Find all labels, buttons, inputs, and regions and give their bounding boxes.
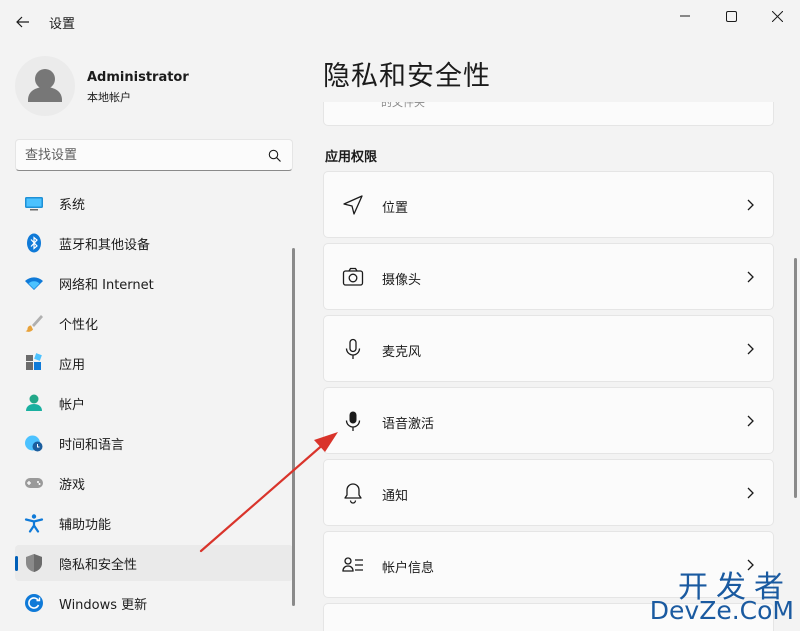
back-button[interactable]: [10, 10, 36, 34]
search-input[interactable]: [25, 146, 255, 164]
setting-card-notifications[interactable]: 通知: [323, 459, 774, 526]
chevron-right-icon: [747, 199, 754, 211]
bluetooth-icon: [27, 233, 41, 253]
back-arrow-icon: [16, 16, 29, 28]
sidebar-item-label: 系统: [59, 198, 86, 213]
sidebar-item-label: 蓝牙和其他设备: [59, 238, 151, 253]
search-icon[interactable]: [268, 149, 282, 163]
sidebar-item-label: Windows 更新: [59, 598, 148, 613]
sidebar-item-label: 个性化: [59, 318, 99, 333]
avatar[interactable]: [15, 56, 75, 116]
sidebar-item-label: 时间和语言: [59, 438, 125, 453]
maximize-icon: [725, 10, 737, 22]
sidebar-item-label: 网络和 Internet: [59, 278, 154, 293]
windows-update-icon: [25, 594, 43, 612]
globe-clock-icon: [25, 435, 43, 452]
microphone-icon: [345, 338, 361, 359]
page-title: 隐私和安全性: [323, 61, 491, 92]
setting-card-microphone[interactable]: 麦克风: [323, 315, 774, 382]
sidebar-item-accessibility[interactable]: 辅助功能: [15, 505, 293, 541]
card-label: 通知: [382, 489, 409, 504]
account-person-icon: [26, 394, 42, 411]
minimize-button[interactable]: [662, 0, 708, 32]
wifi-icon: [25, 277, 43, 290]
sidebar-item-privacy-security[interactable]: 隐私和安全性: [15, 545, 293, 581]
gamepad-icon: [25, 478, 43, 488]
chevron-right-icon: [747, 415, 754, 427]
sidebar-item-gaming[interactable]: 游戏: [15, 465, 293, 501]
app-title: 设置: [49, 17, 76, 32]
apps-icon: [26, 353, 42, 370]
partial-card[interactable]: 的文件夹: [323, 102, 774, 126]
sidebar-item-label: 帐户: [59, 398, 86, 413]
close-icon: [771, 10, 783, 22]
card-label: 摄像头: [382, 273, 422, 288]
account-type: 本地帐户: [87, 91, 131, 104]
shield-icon: [26, 554, 42, 572]
section-title: 应用权限: [325, 150, 378, 165]
sidebar-item-system[interactable]: 系统: [15, 185, 293, 221]
search-box: [15, 139, 293, 171]
card-label: 位置: [382, 201, 409, 216]
sidebar-scrollbar[interactable]: [292, 248, 295, 606]
sidebar-item-network[interactable]: 网络和 Internet: [15, 265, 293, 301]
sidebar-item-accounts[interactable]: 帐户: [15, 385, 293, 421]
sidebar-item-windows-update[interactable]: Windows 更新: [15, 585, 293, 621]
partial-card-text: 的文件夹: [381, 102, 425, 109]
content-scrollbar[interactable]: [794, 258, 797, 498]
setting-card-voice-activation[interactable]: 语音激活: [323, 387, 774, 454]
paintbrush-icon: [25, 315, 43, 332]
card-label: 麦克风: [382, 345, 422, 360]
watermark: 开发者 DevZe.CoM: [640, 562, 800, 631]
chevron-right-icon: [747, 343, 754, 355]
user-avatar-icon: [28, 69, 62, 102]
camera-icon: [342, 267, 364, 286]
title-bar: 设置: [0, 0, 800, 44]
sidebar-item-personalization[interactable]: 个性化: [15, 305, 293, 341]
location-arrow-icon: [343, 195, 363, 215]
card-label: 语音激活: [382, 417, 435, 432]
watermark-line2: DevZe.CoM: [649, 596, 794, 625]
close-button[interactable]: [754, 0, 800, 32]
sidebar-item-label: 应用: [59, 358, 86, 373]
sidebar-item-bluetooth[interactable]: 蓝牙和其他设备: [15, 225, 293, 261]
bell-icon: [344, 483, 362, 504]
setting-card-camera[interactable]: 摄像头: [323, 243, 774, 310]
user-name: Administrator: [87, 70, 189, 85]
minimize-icon: [680, 15, 690, 17]
sidebar-item-label: 隐私和安全性: [59, 558, 138, 573]
sidebar-item-apps[interactable]: 应用: [15, 345, 293, 381]
accessibility-icon: [24, 514, 44, 533]
chevron-right-icon: [747, 271, 754, 283]
maximize-button[interactable]: [708, 0, 754, 32]
setting-card-location[interactable]: 位置: [323, 171, 774, 238]
sidebar-item-label: 游戏: [59, 478, 86, 493]
card-label: 帐户信息: [382, 561, 435, 576]
chevron-right-icon: [747, 487, 754, 499]
system-display-icon: [25, 197, 43, 211]
voice-activation-microphone-icon: [345, 411, 361, 431]
sidebar-item-label: 辅助功能: [59, 518, 112, 533]
account-info-icon: [342, 557, 363, 572]
sidebar-item-time-language[interactable]: 时间和语言: [15, 425, 293, 461]
